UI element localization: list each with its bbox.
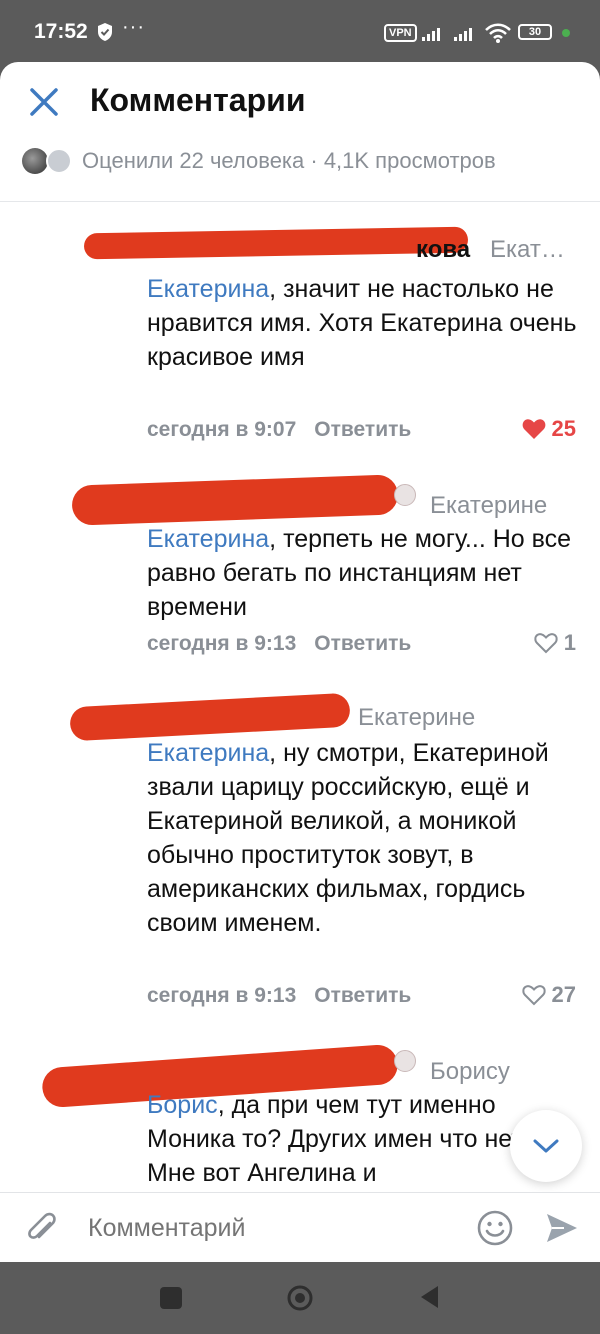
comment-author-name: кова (416, 236, 471, 263)
redacted-author-name (71, 474, 399, 526)
comment-meta: сегодня в 9:13 Ответить (147, 632, 411, 656)
vpn-icon: VPN (384, 24, 417, 42)
mention-link[interactable]: Екатерина (147, 739, 269, 767)
reply-to-name[interactable]: Екат… (490, 236, 565, 264)
emoji-icon[interactable] (476, 1209, 514, 1247)
comment-input[interactable] (86, 1213, 450, 1244)
battery-icon: 30 (518, 24, 552, 40)
redacted-author-name (83, 226, 469, 260)
reply-to-name[interactable]: Екатерине (358, 704, 475, 732)
send-icon[interactable] (544, 1211, 580, 1245)
likers-text: Оценили 22 человека · 4,1K просмотров (82, 148, 496, 173)
more-notifications-icon: ··· (122, 16, 145, 38)
system-nav-bar (0, 1262, 600, 1334)
signal-icon (454, 28, 472, 41)
mouse-emoji-icon (394, 1050, 416, 1072)
likers-summary[interactable]: Оценили 22 человека · 4,1K просмотров (22, 146, 582, 180)
shield-check-icon (98, 23, 112, 41)
signal-icon (422, 28, 440, 41)
like-count: 27 (551, 982, 576, 1007)
mouse-emoji-icon (394, 484, 416, 506)
back-icon[interactable] (418, 1284, 440, 1310)
chevron-down-icon (533, 1139, 559, 1153)
like-button[interactable]: 27 (521, 982, 576, 1008)
heart-filled-icon (522, 419, 545, 439)
reply-button[interactable]: Ответить (314, 632, 411, 655)
recent-apps-icon[interactable] (160, 1287, 182, 1309)
reply-button[interactable]: Ответить (314, 984, 411, 1007)
comment-time: сегодня в 9:13 (147, 984, 297, 1007)
like-button[interactable]: 25 (522, 416, 576, 442)
status-time: 17:52 (34, 20, 88, 43)
status-bar: 17:52 ··· VPN 30 (0, 0, 600, 62)
home-icon[interactable] (286, 1284, 314, 1312)
comment-time: сегодня в 9:07 (147, 418, 297, 441)
recording-dot-icon (562, 29, 570, 37)
reply-button[interactable]: Ответить (314, 418, 411, 441)
comment-time: сегодня в 9:13 (147, 632, 297, 655)
like-count: 25 (551, 416, 576, 441)
heart-outline-icon (521, 985, 546, 1006)
heart-outline-icon (534, 633, 558, 654)
comment-author-row[interactable]: Екатерине (71, 472, 592, 526)
mention-link[interactable]: Екатерина (147, 525, 269, 553)
reply-to-name[interactable]: Борису (430, 1058, 510, 1086)
comment-text: Екатерина, ну смотри, Екатериной звали ц… (147, 736, 577, 940)
comment-author-row[interactable]: кова Екат… (72, 226, 592, 268)
page-title: Комментарии (90, 82, 306, 118)
close-icon[interactable] (26, 84, 62, 120)
reply-to-name[interactable]: Екатерине (430, 492, 547, 520)
comment-author-row[interactable]: Екатерине (69, 688, 592, 742)
divider (0, 201, 600, 202)
avatar (46, 148, 72, 174)
wifi-icon (485, 23, 511, 43)
mention-link[interactable]: Борис (147, 1091, 218, 1119)
mention-link[interactable]: Екатерина (147, 275, 269, 303)
like-count: 1 (563, 630, 576, 655)
like-button[interactable]: 1 (534, 630, 576, 656)
comment-body: , ну смотри, Екатериной звали царицу рос… (147, 739, 549, 937)
redacted-author-name (69, 692, 351, 742)
comments-sheet: Комментарии Оценили 22 человека · 4,1K п… (0, 62, 600, 1262)
comment-text: Екатерина, значит не настолько не нравит… (147, 272, 577, 374)
comment-author-row[interactable]: Борису (41, 1042, 592, 1109)
scroll-down-button[interactable] (510, 1110, 582, 1182)
comment-composer (0, 1192, 600, 1262)
attachment-icon[interactable] (24, 1209, 60, 1247)
avatar (22, 148, 48, 174)
comment-meta: сегодня в 9:13 Ответить (147, 984, 411, 1008)
comment-text: Екатерина, терпеть не могу... Но все рав… (147, 522, 577, 624)
comment-meta: сегодня в 9:07 Ответить (147, 418, 411, 442)
